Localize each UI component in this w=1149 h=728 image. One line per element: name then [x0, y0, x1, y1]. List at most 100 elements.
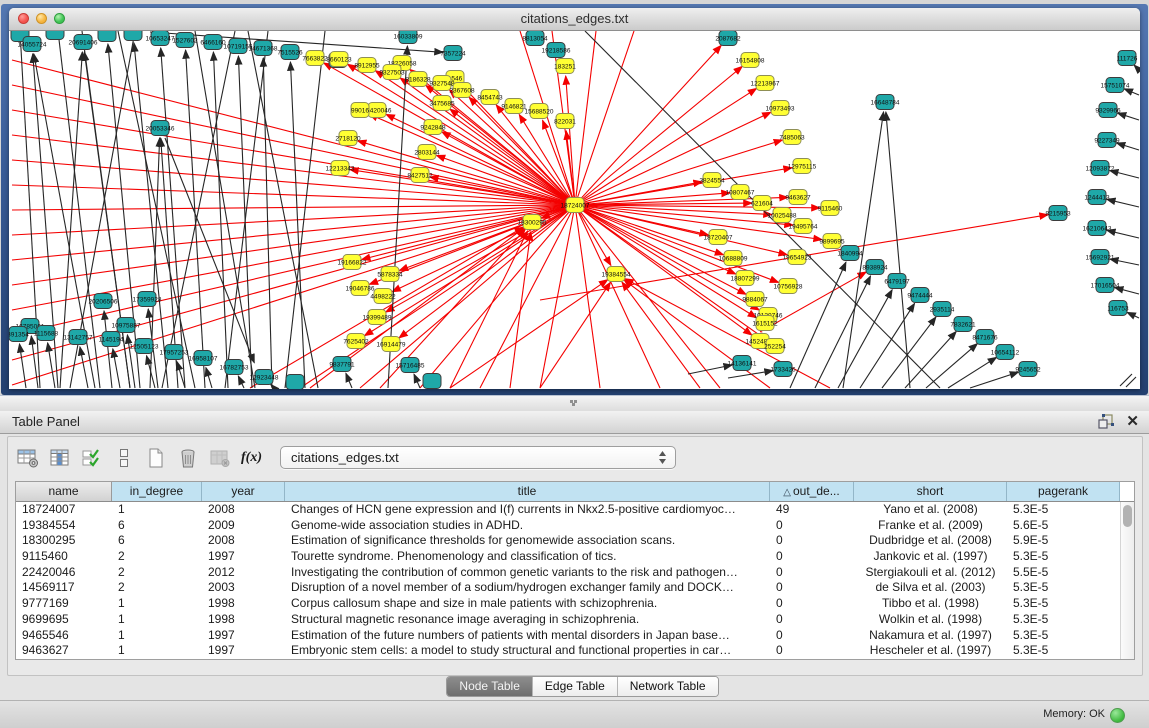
select-all-rows-button[interactable] [78, 445, 105, 471]
black-edge[interactable] [162, 31, 235, 388]
black-edge[interactable] [948, 357, 997, 388]
black-edge[interactable] [688, 365, 732, 374]
red-edge[interactable] [540, 205, 575, 388]
red-edge[interactable] [575, 31, 596, 205]
column-header-short[interactable]: short [854, 482, 1007, 501]
select-columns-button[interactable] [46, 445, 73, 471]
table-cell: 6 [112, 518, 202, 534]
table-row[interactable]: 911546021997Tourette syndrome. Phenomeno… [16, 549, 1120, 565]
scrollbar-thumb[interactable] [1123, 505, 1132, 527]
function-builder-button[interactable]: f(x) [238, 445, 265, 471]
close-panel-icon[interactable]: ✕ [1126, 414, 1139, 429]
black-edge[interactable] [263, 58, 272, 388]
black-edge[interactable] [1124, 89, 1139, 95]
minimize-window-button[interactable] [36, 13, 47, 24]
black-edge[interactable] [238, 376, 244, 388]
table-cell: 9465546 [16, 628, 112, 644]
black-edge[interactable] [728, 371, 773, 378]
float-panel-icon[interactable] [1098, 414, 1114, 429]
column-header-in_degree[interactable]: in_degree [112, 482, 202, 501]
column-header-pagerank[interactable]: pagerank [1007, 482, 1120, 501]
black-edge[interactable] [1107, 230, 1139, 238]
table-row[interactable]: 969969511998Structural magnetic resonanc… [16, 612, 1120, 628]
black-edge[interactable] [1120, 374, 1132, 386]
black-edge[interactable] [970, 372, 1018, 388]
split-divider[interactable] [0, 395, 1149, 412]
tab-network-table[interactable]: Network Table [618, 677, 718, 696]
black-edge[interactable] [815, 276, 871, 388]
black-edge[interactable] [248, 31, 318, 388]
table-cell: Hescheler et al. (1997) [854, 643, 1007, 659]
graph-node-teal[interactable] [124, 31, 142, 41]
table-cell: 1 [112, 612, 202, 628]
tab-edge-table[interactable]: Edge Table [533, 677, 618, 696]
black-edge[interactable] [346, 373, 352, 388]
red-edge[interactable] [420, 205, 575, 388]
delete-table-button[interactable] [174, 445, 201, 471]
black-edge[interactable] [1134, 65, 1139, 70]
black-edge[interactable] [905, 331, 956, 388]
graph-node-label: 10653247 [146, 35, 175, 42]
black-edge[interactable] [414, 374, 420, 388]
graph-node-teal[interactable] [46, 31, 64, 40]
network-canvas[interactable]: 1405572420691406106532471527602646616010… [9, 31, 1140, 389]
red-edge[interactable] [12, 205, 575, 360]
black-edge[interactable] [80, 347, 88, 388]
table-settings-button[interactable] [14, 445, 41, 471]
graph-node-teal[interactable] [98, 31, 116, 42]
red-edge[interactable] [575, 31, 634, 205]
table-row[interactable]: 1938455462009Genome-wide association stu… [16, 518, 1120, 534]
table-cell: 1997 [202, 643, 285, 659]
black-edge[interactable] [113, 349, 120, 388]
table-cell: 1998 [202, 596, 285, 612]
black-edge[interactable] [134, 43, 168, 388]
table-row[interactable]: 1872400712008Changes of HCN gene express… [16, 502, 1120, 518]
black-edge[interactable] [186, 50, 205, 388]
table-row[interactable]: 946554611997Estimation of the future num… [16, 628, 1120, 644]
graph-node-label: 9474444 [907, 292, 933, 299]
black-edge[interactable] [1118, 113, 1139, 120]
table-row[interactable]: 1830029562008Estimation of significance … [16, 533, 1120, 549]
column-header-out_de[interactable]: △out_de... [770, 482, 854, 501]
unmerge-rows-button[interactable] [110, 445, 137, 471]
red-edge[interactable] [358, 141, 575, 205]
vertical-scrollbar[interactable] [1120, 502, 1134, 659]
black-edge[interactable] [1117, 143, 1139, 150]
table-row[interactable]: 2242004622012Investigating the contribut… [16, 565, 1120, 581]
node-attribute-table: namein_degreeyeartitle△out_de...shortpag… [15, 481, 1135, 660]
black-edge[interactable] [165, 138, 254, 363]
black-edge[interactable] [886, 112, 910, 388]
graph-node-teal[interactable] [423, 374, 441, 389]
table-cell: Estimation of the future numbers of pati… [285, 628, 770, 644]
import-table-disabled-button[interactable] [206, 445, 233, 471]
zoom-window-button[interactable] [54, 13, 65, 24]
close-window-button[interactable] [18, 13, 29, 24]
red-edge[interactable] [350, 170, 575, 205]
tab-node-table[interactable]: Node Table [447, 677, 533, 696]
new-table-button[interactable] [142, 445, 169, 471]
column-header-title[interactable]: title [285, 482, 770, 501]
red-edge[interactable] [625, 279, 830, 388]
red-edge[interactable] [510, 232, 531, 388]
red-edge[interactable] [12, 160, 575, 205]
table-row[interactable]: 1456911722003Disruption of a novel membe… [16, 580, 1120, 596]
window-titlebar[interactable]: citations_edges.txt [9, 8, 1140, 31]
table-row[interactable]: 977716911998Corpus callosum shape and si… [16, 596, 1120, 612]
black-edge[interactable] [838, 290, 892, 388]
divider-grip-icon[interactable] [570, 400, 573, 403]
graph-node-teal[interactable] [286, 375, 304, 390]
black-edge[interactable] [206, 368, 212, 388]
column-header-name[interactable]: name [16, 482, 112, 501]
table-selector-dropdown[interactable]: citations_edges.txt [280, 446, 676, 469]
table-cell: 5.3E-5 [1007, 580, 1120, 596]
black-edge[interactable] [1127, 312, 1139, 318]
table-cell: 49 [770, 502, 854, 518]
graph-node-label: 15688520 [525, 108, 554, 115]
graph-node-label: 6479197 [884, 278, 910, 285]
red-edge[interactable] [450, 280, 608, 388]
black-edge[interactable] [1107, 199, 1139, 207]
table-row[interactable]: 946362711997Embryonic stem cells: a mode… [16, 643, 1120, 659]
column-header-year[interactable]: year [202, 482, 285, 501]
graph-node-label: 12923448 [250, 374, 279, 381]
black-edge[interactable] [790, 262, 846, 388]
